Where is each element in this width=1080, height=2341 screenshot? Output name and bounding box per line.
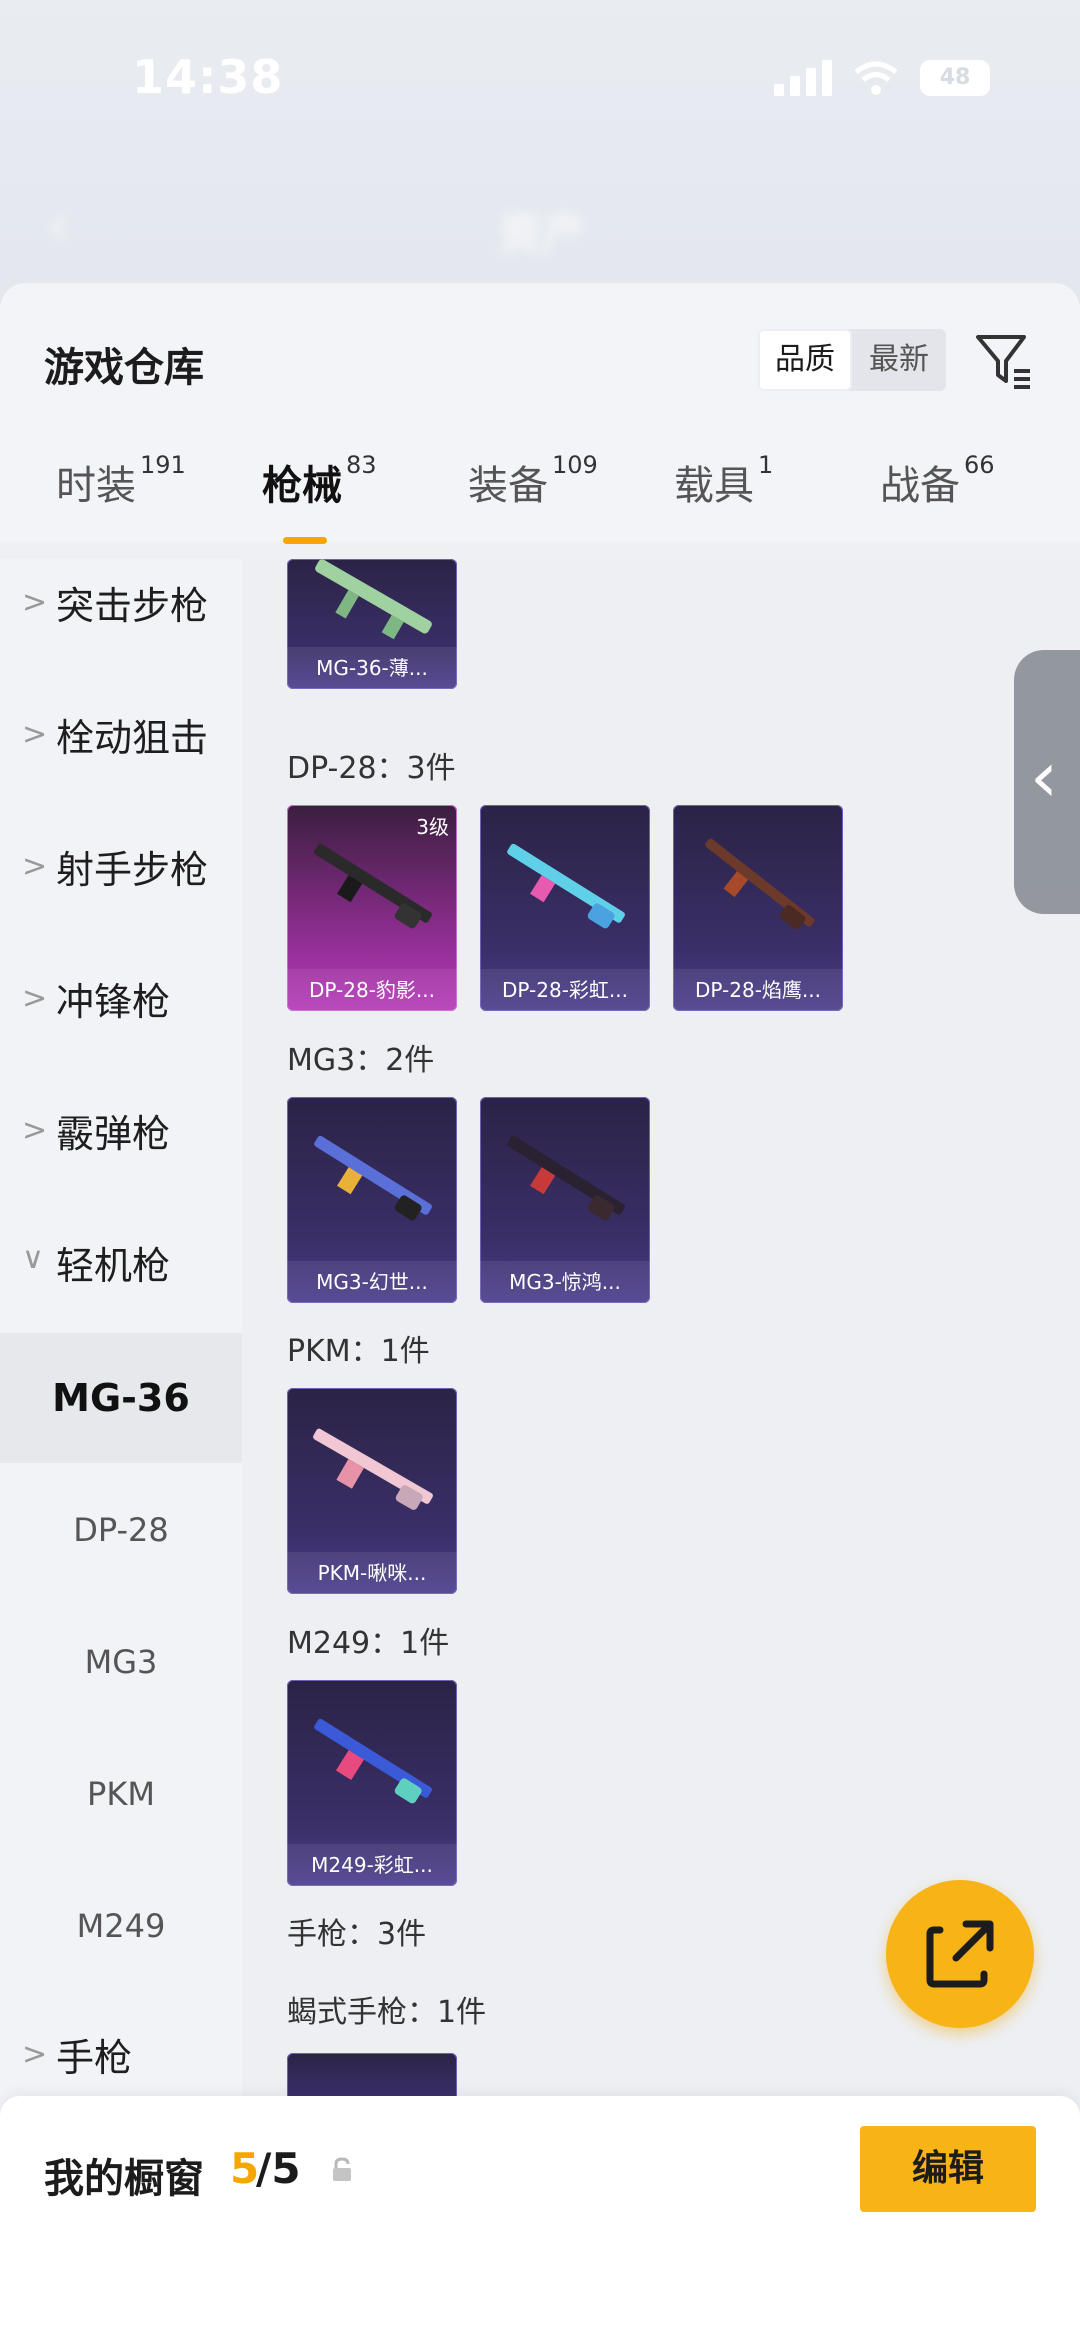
- chevron-left-icon: ‹: [1030, 736, 1058, 818]
- item-name: DP-28-焰鹰...: [673, 969, 843, 1011]
- tab-count: 109: [552, 451, 598, 479]
- gun-image: [507, 1135, 625, 1221]
- tab-label: 装备: [468, 463, 548, 509]
- signal-icon: [774, 60, 832, 96]
- tab-label: 枪械: [262, 463, 342, 509]
- sidebar-item-label: 冲锋枪: [56, 980, 171, 1024]
- tab-vehicles[interactable]: 载具 1: [674, 451, 774, 511]
- side-drawer-handle[interactable]: ‹: [1014, 650, 1080, 914]
- item-card[interactable]: MG-36-薄...: [287, 559, 457, 689]
- tab-fashion[interactable]: 时装 191: [56, 451, 186, 511]
- item-card[interactable]: M249-彩虹...: [287, 1680, 457, 1886]
- chevron-right-icon: >: [22, 1113, 48, 1148]
- tab-equipment[interactable]: 装备 109: [468, 451, 598, 511]
- showcase-bar: 我的橱窗 5 /5 编辑: [0, 2096, 1080, 2341]
- sidebar-item-shotgun[interactable]: > 霰弹枪: [0, 1069, 242, 1199]
- back-icon[interactable]: ‹: [46, 190, 70, 260]
- item-card[interactable]: MG3-幻世...: [287, 1097, 457, 1303]
- chevron-down-icon: ∨: [22, 1241, 44, 1276]
- group-label-scorpion: 蝎式手枪：1件: [287, 1995, 487, 2030]
- tab-label: 载具: [674, 463, 754, 509]
- chevron-right-icon: >: [22, 981, 48, 1016]
- background-blur: ‹ 资产: [0, 0, 1080, 300]
- background-title: 资产: [498, 209, 586, 260]
- group-label-dp28: DP-28：3件: [287, 751, 456, 786]
- group-label-m249: M249：1件: [287, 1626, 450, 1661]
- item-card[interactable]: PKM-啾咪...: [287, 1388, 457, 1594]
- item-card[interactable]: DP-28-彩虹...: [480, 805, 650, 1011]
- share-button[interactable]: [886, 1880, 1034, 2028]
- showcase-count-total: /5: [256, 2144, 301, 2193]
- sidebar-item-label: 栓动狙击: [56, 716, 209, 760]
- tab-count: 66: [964, 451, 995, 479]
- category-sidebar: > 突击步枪 > 栓动狙击 > 射手步枪 > 冲锋枪 > 霰弹枪 ∨ 轻机枪 MG-36 D…: [0, 559, 242, 2341]
- sidebar-item-label: 轻机枪: [56, 1244, 171, 1288]
- sidebar-item-label: 霰弹枪: [56, 1112, 171, 1156]
- sidebar-item-smg[interactable]: > 冲锋枪: [0, 937, 242, 1067]
- active-tab-underline: [283, 537, 327, 544]
- sidebar-item-label: 突击步枪: [56, 584, 209, 628]
- tab-guns[interactable]: 枪械 83: [262, 451, 377, 511]
- sort-toggle: 品质 最新: [758, 329, 946, 391]
- item-card[interactable]: MG3-惊鸿...: [480, 1097, 650, 1303]
- sort-quality-button[interactable]: 品质: [758, 329, 852, 391]
- chevron-right-icon: >: [22, 2037, 48, 2072]
- chevron-right-icon: >: [22, 849, 48, 884]
- sidebar-sub-dp28[interactable]: DP-28: [0, 1465, 242, 1595]
- gun-image: [313, 1428, 433, 1510]
- item-name: PKM-啾咪...: [287, 1552, 457, 1594]
- group-label-pistol: 手枪：3件: [287, 1917, 427, 1952]
- gun-image: [705, 838, 815, 930]
- item-name: MG3-幻世...: [287, 1261, 457, 1303]
- item-card[interactable]: DP-28-焰鹰...: [673, 805, 843, 1011]
- chevron-right-icon: >: [22, 585, 48, 620]
- item-name: MG-36-薄...: [287, 647, 457, 689]
- sidebar-item-label: 手枪: [56, 2036, 133, 2080]
- sidebar-item-lmg[interactable]: ∨ 轻机枪: [0, 1201, 242, 1331]
- wifi-icon: [854, 61, 898, 95]
- lock-icon: [333, 2157, 351, 2181]
- sidebar-sub-mg3[interactable]: MG3: [0, 1597, 242, 1727]
- sidebar-item-marksman-rifle[interactable]: > 射手步枪: [0, 805, 242, 935]
- showcase-count-current: 5: [230, 2144, 260, 2193]
- item-card[interactable]: 3级 DP-28-豹影...: [287, 805, 457, 1011]
- item-name: M249-彩虹...: [287, 1844, 457, 1886]
- status-icons: 48: [774, 60, 990, 96]
- item-name: MG3-惊鸿...: [480, 1261, 650, 1303]
- tab-count: 1: [758, 451, 774, 479]
- warehouse-panel: 游戏仓库 品质 最新 时装 191 枪械 83 装备 109 载具 1 战备 66 > 突击…: [0, 283, 1080, 2341]
- share-icon: [926, 1920, 994, 1988]
- tab-label: 时装: [56, 463, 136, 509]
- sidebar-item-bolt-sniper[interactable]: > 栓动狙击: [0, 673, 242, 803]
- tab-count: 83: [346, 451, 377, 479]
- status-time: 14:38: [132, 50, 284, 104]
- gun-image: [507, 843, 625, 929]
- sidebar-sub-m249[interactable]: M249: [0, 1861, 242, 1991]
- gun-image: [314, 1135, 432, 1221]
- item-name: DP-28-彩虹...: [480, 969, 650, 1011]
- sidebar-item-label: 射手步枪: [56, 848, 209, 892]
- battery-icon: 48: [920, 60, 990, 96]
- tab-label: 战备: [880, 463, 960, 509]
- sidebar-item-assault-rifle[interactable]: > 突击步枪: [0, 541, 242, 671]
- sort-latest-button[interactable]: 最新: [852, 329, 946, 391]
- filter-icon[interactable]: [974, 329, 1034, 391]
- item-name: DP-28-豹影...: [287, 969, 457, 1011]
- background-header: ‹ 资产 14:38 48: [0, 0, 1080, 300]
- tab-supplies[interactable]: 战备 66: [880, 451, 995, 511]
- group-label-pkm: PKM：1件: [287, 1334, 430, 1369]
- edit-button[interactable]: 编辑: [860, 2126, 1036, 2212]
- panel-title: 游戏仓库: [44, 345, 204, 391]
- tab-count: 191: [140, 451, 186, 479]
- gun-image: [314, 1718, 432, 1804]
- item-level: 3级: [416, 815, 449, 839]
- panel-header: 游戏仓库 品质 最新: [0, 283, 1080, 443]
- category-tabs: 时装 191 枪械 83 装备 109 载具 1 战备 66: [0, 423, 1080, 541]
- sidebar-sub-mg36[interactable]: MG-36: [0, 1333, 242, 1463]
- group-label-mg3: MG3：2件: [287, 1043, 435, 1078]
- sidebar-sub-pkm[interactable]: PKM: [0, 1729, 242, 1859]
- showcase-label: 我的橱窗: [44, 2156, 204, 2202]
- chevron-right-icon: >: [22, 717, 48, 752]
